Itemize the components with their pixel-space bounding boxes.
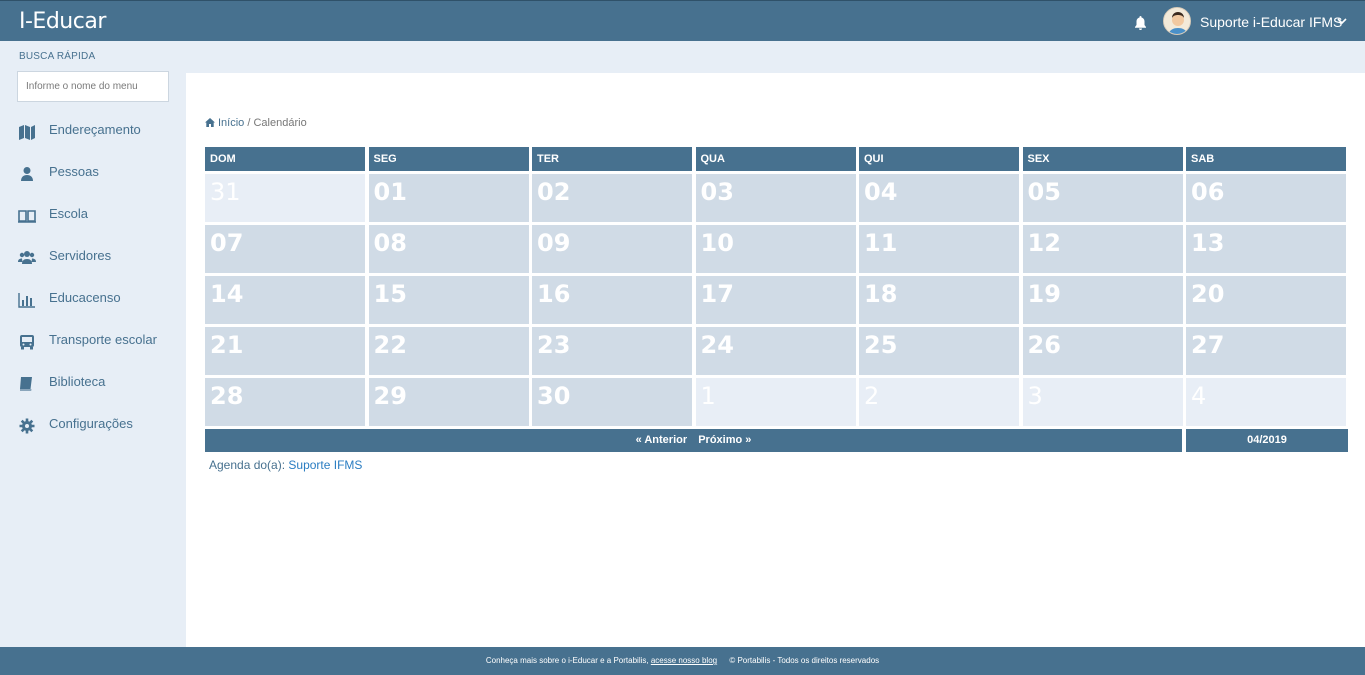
breadcrumb-separator: / xyxy=(247,117,251,129)
page-footer: Conheça mais sobre o i-Educar e a Portab… xyxy=(0,647,1365,675)
calendar-day[interactable]: 10 xyxy=(695,225,856,273)
sidebar-menu: Endereçamento Pessoas Escola Servidores … xyxy=(0,119,186,455)
home-icon xyxy=(205,118,215,127)
calendar-day-outside-month[interactable]: 3 xyxy=(1022,378,1183,426)
sidebar-item-label: Biblioteca xyxy=(49,374,106,389)
users-icon xyxy=(18,251,36,264)
calendar-day[interactable]: 28 xyxy=(205,378,365,426)
calendar-day-outside-month[interactable]: 2 xyxy=(859,378,1019,426)
sidebar-item-label: Configurações xyxy=(49,416,133,431)
user-name[interactable]: Suporte i-Educar IFMS xyxy=(1200,14,1342,30)
breadcrumb-home-link[interactable]: Início xyxy=(218,117,244,129)
footer-text: Conheça mais sobre o i-Educar e a Portab… xyxy=(485,656,649,665)
footer-copyright: © Portabilis - Todos os direitos reserva… xyxy=(729,656,880,665)
weekday-seg: SEG xyxy=(368,147,529,171)
calendar-day[interactable]: 30 xyxy=(532,378,692,426)
calendar-day[interactable]: 08 xyxy=(368,225,529,273)
calendar-day-outside-month[interactable]: 31 xyxy=(205,174,365,222)
weekday-sex: SEX xyxy=(1022,147,1183,171)
sidebar: BUSCA RÁPIDA Endereçamento Pessoas Escol… xyxy=(0,41,186,647)
calendar-days-grid: 31 01 02 03 04 05 06 07 08 09 10 11 12 13 14 15 16 17 18 19… xyxy=(205,174,1348,426)
sidebar-item-escola[interactable]: Escola xyxy=(0,203,186,245)
prev-month-button[interactable]: « Anterior xyxy=(636,434,688,446)
calendar-day[interactable]: 01 xyxy=(368,174,529,222)
sidebar-item-label: Escola xyxy=(49,206,89,221)
quick-search-title: BUSCA RÁPIDA xyxy=(19,51,96,62)
calendar-day-outside-month[interactable]: 1 xyxy=(695,378,856,426)
gear-icon xyxy=(19,418,35,434)
calendar-day[interactable]: 18 xyxy=(859,276,1019,324)
sidebar-item-transporte-escolar[interactable]: Transporte escolar xyxy=(0,329,186,371)
sidebar-item-label: Servidores xyxy=(49,248,112,263)
calendar-footer: « Anterior Próximo » 04/2019 xyxy=(205,429,1348,452)
calendar-day[interactable]: 23 xyxy=(532,327,692,375)
sidebar-item-pessoas[interactable]: Pessoas xyxy=(0,161,186,203)
weekday-qui: QUI xyxy=(859,147,1019,171)
current-month-label: 04/2019 xyxy=(1186,429,1348,452)
menu-search-input[interactable] xyxy=(17,71,169,102)
bar-chart-icon xyxy=(18,293,35,308)
calendar-day[interactable]: 16 xyxy=(532,276,692,324)
calendar-weekday-header: DOM SEG TER QUA QUI SEX SAB xyxy=(205,147,1348,171)
book-open-icon xyxy=(18,210,36,223)
sidebar-item-servidores[interactable]: Servidores xyxy=(0,245,186,287)
agenda-owner-link[interactable]: Suporte IFMS xyxy=(288,458,362,472)
calendar-day[interactable]: 25 xyxy=(859,327,1019,375)
sidebar-item-configuracoes[interactable]: Configurações xyxy=(0,413,186,455)
calendar-day[interactable]: 11 xyxy=(859,225,1019,273)
breadcrumb-current: Calendário xyxy=(253,117,307,129)
calendar-day[interactable]: 07 xyxy=(205,225,365,273)
calendar-day[interactable]: 22 xyxy=(368,327,529,375)
agenda-prefix: Agenda do(a): xyxy=(209,458,286,472)
sidebar-item-label: Endereçamento xyxy=(49,122,141,137)
agenda-owner: Agenda do(a): Suporte IFMS xyxy=(209,458,362,472)
calendar-day[interactable]: 12 xyxy=(1022,225,1183,273)
calendar-day[interactable]: 06 xyxy=(1186,174,1346,222)
calendar-day[interactable]: 02 xyxy=(532,174,692,222)
main-content: Início / Calendário DOM SEG TER QUA QUI … xyxy=(186,73,1365,647)
calendar-day[interactable]: 20 xyxy=(1186,276,1346,324)
calendar: DOM SEG TER QUA QUI SEX SAB 31 01 02 03 04 05… xyxy=(205,147,1348,452)
calendar-day[interactable]: 24 xyxy=(695,327,856,375)
calendar-day-outside-month[interactable]: 4 xyxy=(1186,378,1346,426)
avatar[interactable] xyxy=(1163,7,1191,35)
map-icon xyxy=(19,125,35,140)
calendar-day[interactable]: 14 xyxy=(205,276,365,324)
footer-blog-link[interactable]: acesse nosso blog xyxy=(651,656,717,665)
next-month-button[interactable]: Próximo » xyxy=(698,434,751,446)
book-icon xyxy=(20,377,32,391)
calendar-day[interactable]: 03 xyxy=(695,174,856,222)
user-avatar-icon xyxy=(1164,8,1190,34)
calendar-day[interactable]: 21 xyxy=(205,327,365,375)
calendar-day[interactable]: 29 xyxy=(368,378,529,426)
calendar-day[interactable]: 04 xyxy=(859,174,1019,222)
sidebar-item-biblioteca[interactable]: Biblioteca xyxy=(0,371,186,413)
weekday-qua: QUA xyxy=(695,147,856,171)
sidebar-item-label: Transporte escolar xyxy=(49,332,157,347)
sidebar-item-label: Pessoas xyxy=(49,164,99,179)
calendar-day[interactable]: 26 xyxy=(1022,327,1183,375)
weekday-sab: SAB xyxy=(1186,147,1346,171)
calendar-day[interactable]: 09 xyxy=(532,225,692,273)
sidebar-item-educacenso[interactable]: Educacenso xyxy=(0,287,186,329)
breadcrumb: Início / Calendário xyxy=(205,117,307,129)
top-navbar: I-Educar Suporte i-Educar IFMS xyxy=(0,0,1365,41)
calendar-day[interactable]: 15 xyxy=(368,276,529,324)
chevron-down-icon[interactable] xyxy=(1337,17,1347,25)
calendar-day[interactable]: 13 xyxy=(1186,225,1346,273)
sidebar-item-label: Educacenso xyxy=(49,290,121,305)
calendar-day[interactable]: 19 xyxy=(1022,276,1183,324)
bus-icon xyxy=(20,335,34,350)
sidebar-item-enderecamento[interactable]: Endereçamento xyxy=(0,119,186,161)
calendar-day[interactable]: 27 xyxy=(1186,327,1346,375)
calendar-day[interactable]: 05 xyxy=(1022,174,1183,222)
calendar-day[interactable]: 17 xyxy=(695,276,856,324)
calendar-nav: « Anterior Próximo » xyxy=(205,429,1182,452)
weekday-dom: DOM xyxy=(205,147,365,171)
bell-icon[interactable] xyxy=(1133,15,1148,31)
brand-logo[interactable]: I-Educar xyxy=(19,9,106,34)
user-icon xyxy=(21,167,33,181)
weekday-ter: TER xyxy=(532,147,692,171)
